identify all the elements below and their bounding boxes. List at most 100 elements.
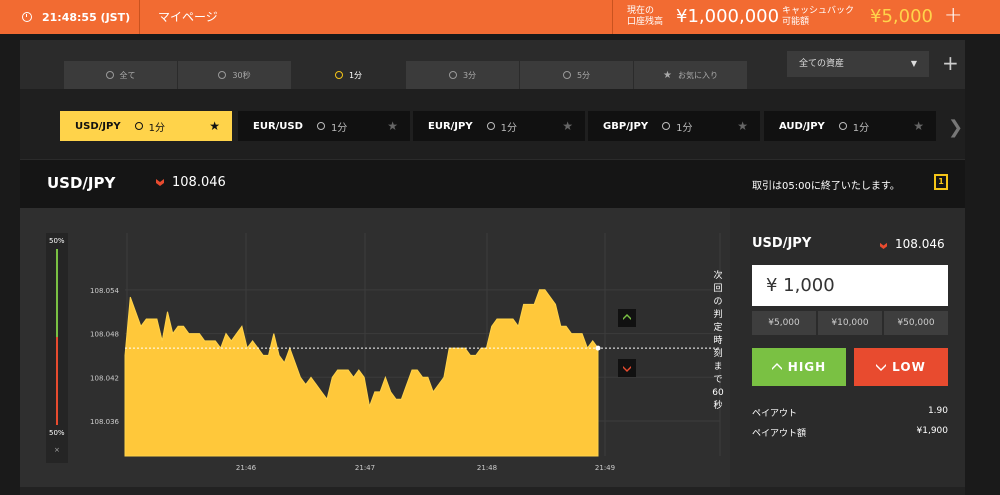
trading-panel: 全て 30秒 1分 3分 5分 ★ お気に入り 全ての資産 ▼ + USD/JPY…: [20, 40, 965, 490]
balance-label-line2: 口座残高: [627, 17, 664, 27]
asset-duration: 1分: [134, 119, 165, 134]
current-price: 108.046: [172, 175, 226, 190]
asset-card-gbpjpy[interactable]: GBP/JPY 1分 ★: [588, 111, 760, 141]
tab-30s[interactable]: 30秒: [178, 61, 291, 89]
high-button[interactable]: HIGH: [752, 348, 846, 386]
asset-card-usdjpy[interactable]: USD/JPY 1分 ★: [60, 111, 232, 141]
clock-icon: [838, 122, 847, 130]
preset-5000-button[interactable]: ¥5,000: [752, 311, 816, 335]
low-label: LOW: [892, 360, 926, 374]
clock-icon: [334, 71, 343, 79]
tab-3m[interactable]: 3分: [406, 61, 519, 89]
clock-icon: [562, 71, 571, 79]
payout-amount-value: ¥1,900: [916, 426, 949, 436]
tab-1m[interactable]: 1分: [292, 61, 405, 89]
cashback-label-line1: キャッシュバック: [782, 6, 855, 16]
duration-tabs: 全て 30秒 1分 3分 5分 ★ お気に入り: [64, 61, 748, 89]
high-label: HIGH: [787, 360, 827, 374]
tab-label: 30秒: [232, 70, 251, 80]
top-bar: 21:48:55 (JST) マイページ 現在の 口座残高 ¥1,000,000…: [0, 0, 1000, 34]
payout-amount-row: ペイアウト額 ¥1,900: [752, 426, 948, 439]
clock-icon: [448, 71, 457, 79]
bottom-bar: [20, 487, 965, 495]
chevron-right-icon[interactable]: ❯: [948, 117, 963, 138]
price-down-icon: [880, 242, 887, 249]
high-marker-button[interactable]: [618, 309, 636, 327]
clock-icon: [486, 122, 495, 130]
payout-label: ペイアウト: [752, 409, 798, 419]
low-marker-button[interactable]: [618, 359, 636, 377]
tab-favorites[interactable]: ★ お気に入り: [634, 61, 747, 89]
tab-label: お気に入り: [677, 70, 718, 80]
asset-filter-select[interactable]: 全ての資産 ▼: [787, 51, 929, 77]
clock-icon: [105, 71, 114, 79]
favorite-star-icon[interactable]: ★: [913, 119, 924, 133]
asset-duration: 1分: [838, 119, 870, 134]
payout-row: ペイアウト 1.90: [752, 406, 948, 419]
balance-label: 現在の 口座残高: [627, 6, 663, 28]
clock-icon: [316, 122, 325, 130]
low-button[interactable]: LOW: [854, 348, 948, 386]
cashback-value: ¥5,000: [870, 6, 933, 27]
tab-label: 3分: [462, 70, 477, 80]
y-tick-label: 108.048: [90, 331, 119, 339]
preset-50000-button[interactable]: ¥50,000: [884, 311, 948, 335]
clock-icon: [22, 12, 32, 22]
asset-duration: 1分: [486, 119, 517, 134]
mypage-link[interactable]: マイページ: [158, 0, 218, 34]
cashback-label: キャッシュバック 可能額: [782, 6, 854, 28]
asset-card-audjpy[interactable]: AUD/JPY 1分 ★: [764, 111, 936, 141]
tab-label: 全て: [119, 70, 136, 80]
clock-time: 21:48:55 (JST): [42, 10, 131, 24]
balance-label-line1: 現在の: [627, 6, 655, 16]
add-asset-button[interactable]: +: [942, 52, 959, 74]
asset-pair: USD/JPY: [75, 120, 121, 132]
price-down-icon: [156, 179, 164, 186]
app-root: 21:48:55 (JST) マイページ 現在の 口座残高 ¥1,000,000…: [0, 0, 1000, 495]
chevron-up-icon: [771, 363, 782, 370]
asset-card-eurjpy[interactable]: EUR/JPY 1分 ★: [413, 111, 585, 141]
asset-pair: AUD/JPY: [779, 120, 825, 132]
favorite-star-icon[interactable]: ★: [737, 119, 748, 133]
current-pair: USD/JPY: [47, 174, 116, 192]
chevron-down-icon: ▼: [910, 59, 917, 68]
current-price-dot: [595, 345, 601, 351]
asset-duration-label: 1分: [148, 122, 165, 134]
price-chart: 50% 50% × 21:46 21:47 21:48 21:49 108.054 108…: [20, 208, 730, 490]
payout-value: 1.90: [927, 406, 948, 416]
y-tick-label: 108.042: [90, 374, 119, 382]
asset-pair: EUR/USD: [253, 120, 303, 132]
chevron-up-icon: [623, 314, 631, 320]
tab-all[interactable]: 全て: [64, 61, 177, 89]
favorite-star-icon[interactable]: ★: [387, 119, 398, 133]
favorite-star-icon[interactable]: ★: [209, 119, 220, 133]
clock-icon: [662, 122, 671, 130]
star-icon: ★: [663, 69, 672, 81]
x-tick-label: 21:46: [236, 464, 257, 472]
preset-10000-button[interactable]: ¥10,000: [818, 311, 882, 335]
asset-pair: GBP/JPY: [603, 120, 649, 132]
chart-type-icon[interactable]: 1: [934, 174, 948, 190]
chart-svg: 21:46 21:47 21:48 21:49 108.054 108.048 108.04…: [90, 233, 721, 472]
asset-duration-label: 1分: [330, 122, 348, 134]
asset-filter-value: 全ての資産: [799, 59, 845, 69]
trade-pair: USD/JPY: [752, 236, 812, 251]
cashback-label-line2: 可能額: [782, 17, 810, 27]
payout-amount-label: ペイアウト額: [752, 429, 807, 439]
chevron-down-icon: [876, 364, 887, 371]
trade-end-notice: 取引は05:00に終了いたします。: [752, 181, 900, 192]
favorite-star-icon[interactable]: ★: [562, 119, 573, 133]
asset-duration-label: 1分: [500, 122, 517, 134]
asset-duration-label: 1分: [676, 122, 693, 134]
tab-5m[interactable]: 5分: [520, 61, 633, 89]
tab-label: 1分: [348, 70, 363, 80]
asset-duration-label: 1分: [852, 122, 870, 134]
asset-card-eurusd[interactable]: EUR/USD 1分 ★: [238, 111, 410, 141]
top-divider: [612, 0, 613, 34]
y-tick-label: 108.054: [90, 287, 119, 295]
cashback-add-button[interactable]: +: [944, 3, 962, 29]
clock-icon: [134, 122, 143, 130]
y-tick-label: 108.036: [90, 418, 119, 426]
x-tick-label: 21:47: [355, 464, 375, 472]
amount-input[interactable]: [752, 265, 948, 306]
